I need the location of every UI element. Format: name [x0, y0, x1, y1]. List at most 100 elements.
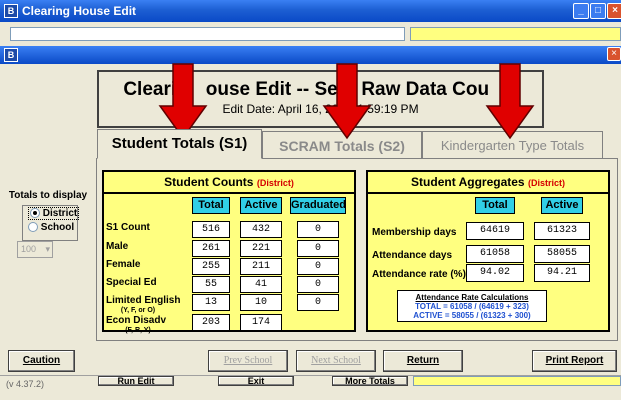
tab-label: SCRAM Totals (S2): [279, 138, 405, 154]
count-field[interactable]: 55: [192, 276, 230, 293]
prev-school-button[interactable]: Prev School: [208, 350, 288, 372]
row-label: S1 Count: [106, 222, 150, 233]
calc-line: TOTAL = 61058 / (64619 + 323): [415, 302, 529, 311]
count-field[interactable]: 221: [240, 240, 282, 257]
radio-unselected-icon: [28, 222, 38, 233]
count-field[interactable]: 0: [297, 276, 339, 293]
dialog-titlebar: B ×: [0, 46, 621, 64]
title-part: ouse Edit -- Se: [205, 79, 338, 100]
tab-scram-totals[interactable]: SCRAM Totals (S2): [262, 131, 422, 159]
count-field[interactable]: 0: [297, 221, 339, 238]
close-icon[interactable]: ×: [607, 3, 621, 19]
title-part: t Raw Data Cou: [349, 79, 490, 100]
tab-label: Student Totals (S1): [111, 135, 248, 152]
maximize-icon[interactable]: □: [590, 3, 606, 19]
radio-school[interactable]: School: [28, 222, 74, 233]
column-header: Active: [240, 197, 282, 214]
count-field[interactable]: 174: [240, 314, 282, 331]
row-label: Female: [106, 259, 141, 270]
tab-student-totals[interactable]: Student Totals (S1): [97, 129, 262, 159]
version-label: (v 4.37.2): [6, 379, 45, 389]
title-part: Clearin: [123, 79, 188, 100]
page-banner: Clearin ouse Edit -- Se t Raw Data Cou s Ed…: [97, 70, 544, 128]
exit-button[interactable]: Exit: [218, 376, 294, 386]
row-label: Limited English: [106, 295, 181, 306]
count-field[interactable]: 516: [192, 221, 230, 238]
panel-title: Student Aggregates: [411, 175, 525, 189]
background-field-yellow: [410, 27, 621, 41]
row-label-group: Female: [106, 258, 190, 271]
edit-date: Edit Date: April 16, 20 01:59:19 PM: [99, 102, 542, 116]
count-field[interactable]: 10: [240, 294, 282, 311]
dialog-app-icon: B: [4, 48, 18, 62]
count-field[interactable]: 211: [240, 258, 282, 275]
caution-button[interactable]: Caution: [8, 350, 75, 372]
panel-title: Student Counts: [164, 175, 254, 189]
count-field[interactable]: 255: [192, 258, 230, 275]
background-field: [10, 27, 405, 41]
row-label-group: Male: [106, 240, 190, 253]
return-button[interactable]: Return: [383, 350, 463, 372]
student-aggregates-header: Student Aggregates (District): [368, 172, 608, 194]
aggregate-field[interactable]: 61058: [466, 245, 524, 263]
scope-label: (District): [256, 178, 294, 188]
count-field[interactable]: 13: [192, 294, 230, 311]
row-label: Male: [106, 241, 129, 252]
row-label-group: Special Ed: [106, 276, 190, 289]
aggregate-field[interactable]: 58055: [534, 245, 590, 263]
row-label-group: Limited English (Y, F, or O): [106, 294, 190, 314]
count-field[interactable]: 0: [297, 294, 339, 311]
tab-label: Kindergarten Type Totals: [440, 138, 585, 153]
calc-title: Attendance Rate Calculations: [415, 293, 529, 302]
row-sublabel: (Y, F, or O): [120, 307, 156, 314]
column-header: Active: [541, 197, 583, 214]
count-field[interactable]: 432: [240, 221, 282, 238]
student-counts-header: Student Counts (District): [104, 172, 354, 194]
column-header: Graduated: [290, 197, 346, 214]
background-field-yellow: [413, 376, 621, 386]
app-icon: B: [4, 4, 18, 18]
row-label-group: Econ Disadv (F, R, Y): [106, 314, 190, 334]
row-label: Attendance rate (%): [372, 269, 466, 280]
row-sublabel: (F, R, Y): [125, 327, 151, 334]
aggregate-field[interactable]: 94.21: [534, 264, 590, 282]
subtitle-part: 01:59:19 PM: [350, 102, 419, 116]
aggregate-field[interactable]: 61323: [534, 222, 590, 240]
school-select-value: 100: [21, 244, 37, 254]
radio-selected-icon: [30, 208, 40, 219]
column-header: Total: [475, 197, 515, 214]
chevron-down-icon: ▾: [45, 244, 50, 254]
row-label: Attendance days: [372, 250, 453, 261]
next-school-button[interactable]: Next School: [296, 350, 376, 372]
count-field[interactable]: 203: [192, 314, 230, 331]
count-field[interactable]: 261: [192, 240, 230, 257]
tab-kindergarten-totals[interactable]: Kindergarten Type Totals: [422, 131, 603, 159]
radio-district[interactable]: District: [28, 207, 80, 220]
radio-label: District: [42, 208, 78, 219]
radio-label: School: [40, 222, 75, 233]
window-titlebar: B Clearing House Edit _ □ ×: [0, 0, 621, 22]
print-report-button[interactable]: Print Report: [532, 350, 617, 372]
more-totals-button[interactable]: More Totals: [332, 376, 408, 386]
count-field[interactable]: 41: [240, 276, 282, 293]
window-title: Clearing House Edit: [22, 4, 137, 18]
column-header: Total: [192, 197, 230, 214]
aggregate-field[interactable]: 64619: [466, 222, 524, 240]
subtitle-part: Edit Date: April 16, 20: [222, 102, 339, 116]
totals-to-display-label: Totals to display: [8, 190, 88, 201]
row-label: Membership days: [372, 227, 457, 238]
scope-label: (District): [527, 178, 565, 188]
count-field[interactable]: 0: [297, 258, 339, 275]
aggregate-field[interactable]: 94.02: [466, 264, 524, 282]
calc-line: ACTIVE = 58055 / (61323 + 300): [413, 311, 531, 320]
page-title: Clearin ouse Edit -- Se t Raw Data Cou s: [99, 79, 542, 101]
row-label: Special Ed: [106, 277, 157, 288]
run-edit-button[interactable]: Run Edit: [98, 376, 174, 386]
attendance-calc-box: Attendance Rate Calculations TOTAL = 610…: [397, 290, 547, 322]
title-part: s: [507, 79, 518, 100]
row-label-group: S1 Count: [106, 221, 190, 234]
dialog-close-icon[interactable]: ×: [607, 47, 621, 61]
minimize-icon[interactable]: _: [573, 3, 589, 19]
school-select[interactable]: 100 ▾: [17, 241, 53, 258]
count-field[interactable]: 0: [297, 240, 339, 257]
